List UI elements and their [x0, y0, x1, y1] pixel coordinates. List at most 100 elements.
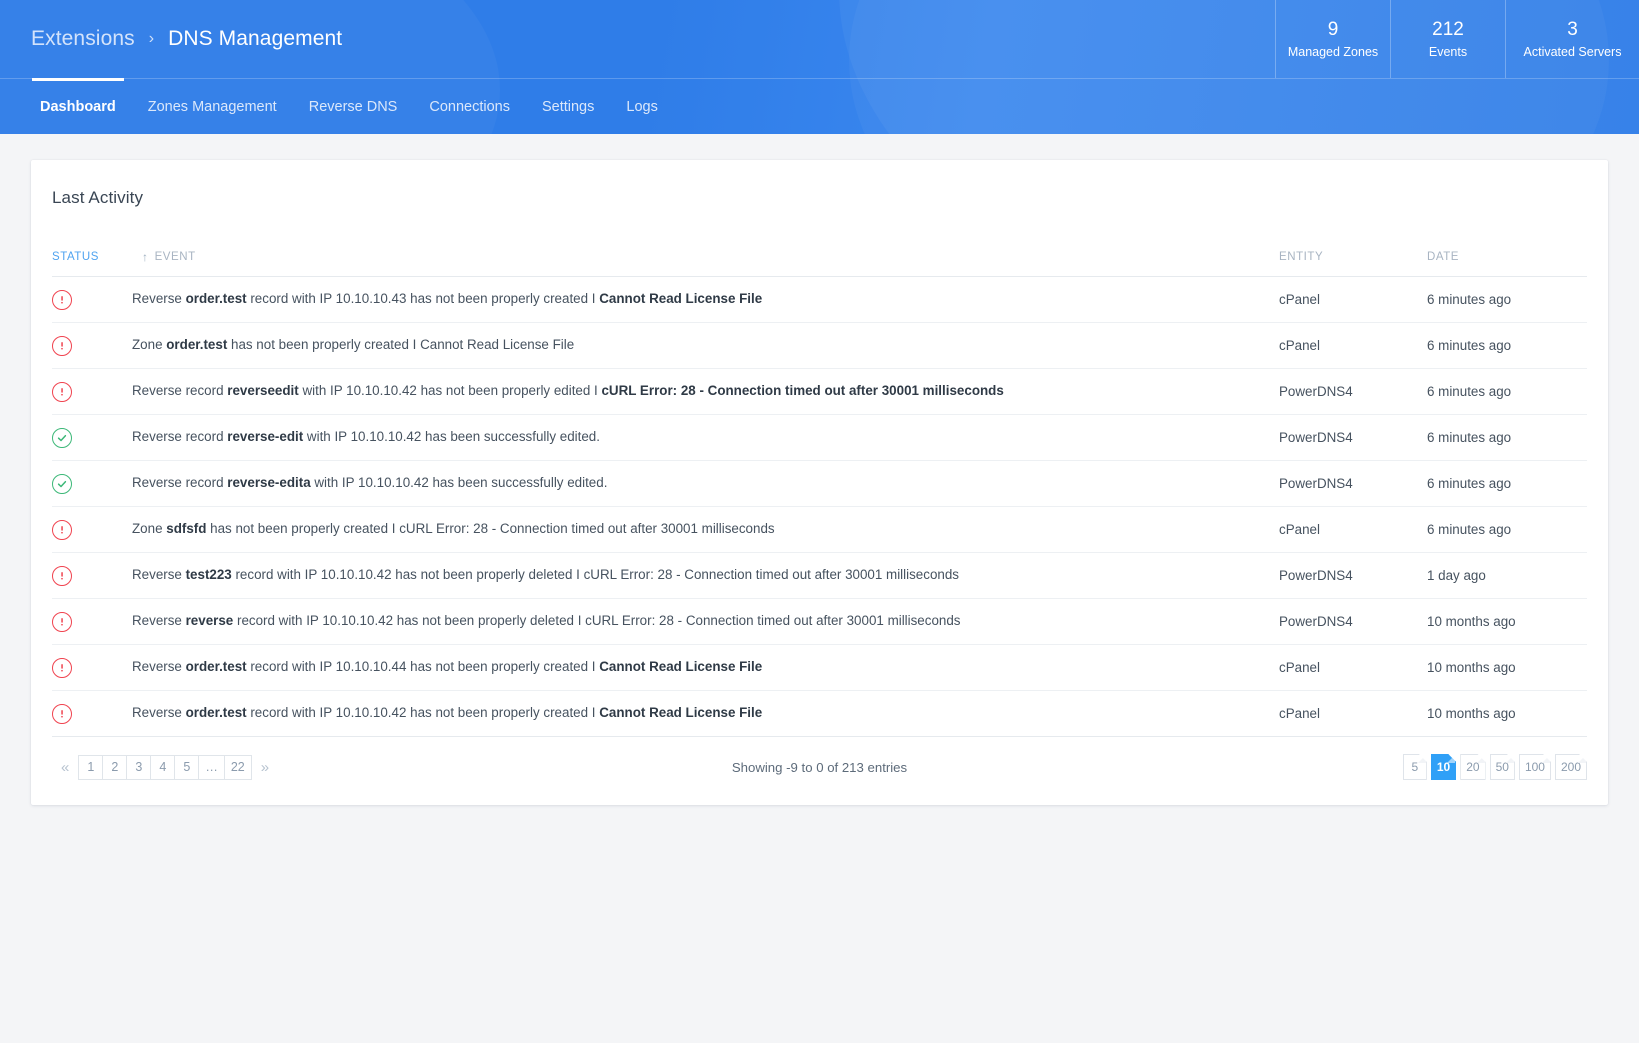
row-entity-cell: PowerDNS4	[1279, 368, 1427, 415]
column-header-entity[interactable]: ENTITY	[1279, 249, 1427, 277]
page-size-5[interactable]: 5	[1403, 754, 1427, 780]
tab-reverse-dns[interactable]: Reverse DNS	[293, 79, 414, 134]
table-row[interactable]: Zone sdfsfd has not been properly create…	[52, 506, 1587, 553]
tab-logs[interactable]: Logs	[610, 79, 673, 134]
sort-arrow-up-icon: ↑	[142, 250, 149, 264]
table-row[interactable]: Reverse record reverse-edita with IP 10.…	[52, 460, 1587, 507]
table-row[interactable]: Reverse record reverse-edit with IP 10.1…	[52, 414, 1587, 461]
row-entity-cell: cPanel	[1279, 276, 1427, 323]
row-status-cell	[52, 460, 132, 507]
row-date-cell: 10 months ago	[1427, 598, 1587, 645]
error-icon	[52, 611, 72, 632]
column-header-event-label: EVENT	[154, 251, 196, 263]
table-row[interactable]: Reverse reverse record with IP 10.10.10.…	[52, 598, 1587, 645]
breadcrumb-link-extensions[interactable]: Extensions	[31, 27, 135, 51]
row-date-cell: 1 day ago	[1427, 552, 1587, 599]
row-event-target: order.test	[166, 337, 228, 353]
chevron-right-icon: ›	[148, 30, 155, 47]
row-entity-cell: cPanel	[1279, 506, 1427, 553]
page-size-selector: 5 10 20 50 100 200	[1399, 754, 1587, 780]
row-entity-cell: PowerDNS4	[1279, 598, 1427, 645]
table-row[interactable]: Zone order.test has not been properly cr…	[52, 322, 1587, 369]
row-status-cell	[52, 598, 132, 645]
table-row[interactable]: Reverse order.test record with IP 10.10.…	[52, 644, 1587, 691]
page-size-10[interactable]: 10	[1431, 754, 1456, 780]
table-row[interactable]: Reverse order.test record with IP 10.10.…	[52, 690, 1587, 737]
table-row[interactable]: Reverse order.test record with IP 10.10.…	[52, 276, 1587, 323]
pagination-page-3[interactable]: 3	[126, 754, 152, 780]
main-content: Last Activity STATUS ↑ EVENT ENTITY DATE	[0, 134, 1639, 805]
row-event-detail: Cannot Read License File	[599, 291, 763, 307]
tab-zones-management[interactable]: Zones Management	[132, 79, 293, 134]
stat-activated-servers-value: 3	[1567, 19, 1578, 41]
row-entity-cell: PowerDNS4	[1279, 414, 1427, 461]
row-date-cell: 6 minutes ago	[1427, 506, 1587, 553]
tab-dashboard-label: Dashboard	[40, 98, 116, 115]
pagination-bar: « 1 2 3 4 5… 22 » Showing -9 to 0 of 213 entr…	[52, 737, 1587, 783]
row-status-cell	[52, 644, 132, 691]
tab-logs-label: Logs	[626, 98, 658, 115]
row-status-cell	[52, 414, 132, 461]
table-row[interactable]: Reverse record reverseedit with IP 10.10…	[52, 368, 1587, 415]
row-status-cell	[52, 552, 132, 599]
pagination-page-…[interactable]: …	[198, 754, 225, 780]
row-event-cell: Reverse record reverseedit with IP 10.10…	[132, 368, 1279, 415]
row-event-target: order.test	[185, 659, 247, 675]
pagination-page-1[interactable]: 1	[78, 754, 104, 780]
row-event-target: order.test	[185, 705, 247, 721]
row-status-cell	[52, 368, 132, 415]
row-event-cell: Reverse order.test record with IP 10.10.…	[132, 276, 1279, 323]
row-event-target: reverse	[185, 613, 234, 629]
pagination-page-2[interactable]: 2	[102, 754, 128, 780]
error-icon	[52, 519, 72, 540]
column-header-date[interactable]: DATE	[1427, 249, 1587, 277]
stat-activated-servers[interactable]: 3 Activated Servers	[1505, 0, 1639, 78]
row-event-cell: Reverse reverse record with IP 10.10.10.…	[132, 598, 1279, 645]
pagination-prev-button[interactable]: «	[52, 759, 78, 776]
row-event-target: reverseedit	[227, 383, 299, 399]
column-header-event[interactable]: ↑ EVENT	[132, 249, 1279, 277]
pagination-pages: « 1 2 3 4 5… 22 »	[52, 754, 278, 780]
tab-zones-management-label: Zones Management	[147, 98, 277, 115]
pagination-page-5[interactable]: 5	[174, 754, 200, 780]
pagination-page-4[interactable]: 4	[150, 754, 176, 780]
tab-connections[interactable]: Connections	[413, 79, 526, 134]
error-icon	[52, 565, 72, 586]
row-date-cell: 10 months ago	[1427, 644, 1587, 691]
column-header-status[interactable]: STATUS	[52, 249, 132, 277]
row-event-target: reverse-edita	[227, 475, 311, 491]
pagination-showing-text: Showing -9 to 0 of 213 entries	[731, 759, 908, 775]
header-stats: 9 Managed Zones 212 Events 3 Activated S…	[1275, 0, 1639, 78]
stat-activated-servers-label: Activated Servers	[1523, 44, 1622, 59]
pagination-page-22[interactable]: 22	[223, 754, 252, 780]
stat-events[interactable]: 212 Events	[1390, 0, 1505, 78]
row-entity-cell: PowerDNS4	[1279, 460, 1427, 507]
row-date-cell: 6 minutes ago	[1427, 322, 1587, 369]
row-event-target: test223	[185, 567, 232, 583]
success-check-icon	[52, 427, 72, 448]
row-date-cell: 6 minutes ago	[1427, 276, 1587, 323]
activity-table: STATUS ↑ EVENT ENTITY DATE Reverse order.…	[52, 249, 1587, 737]
page-size-200[interactable]: 200	[1555, 754, 1587, 780]
pagination-next-button[interactable]: »	[252, 759, 278, 776]
page-size-50[interactable]: 50	[1490, 754, 1515, 780]
last-activity-card: Last Activity STATUS ↑ EVENT ENTITY DATE	[31, 160, 1608, 805]
table-header-row: STATUS ↑ EVENT ENTITY DATE	[52, 249, 1587, 277]
row-entity-cell: PowerDNS4	[1279, 552, 1427, 599]
table-head: STATUS ↑ EVENT ENTITY DATE	[52, 249, 1587, 277]
stat-managed-zones[interactable]: 9 Managed Zones	[1275, 0, 1390, 78]
table-row[interactable]: Reverse test223 record with IP 10.10.10.…	[52, 552, 1587, 599]
page-size-100[interactable]: 100	[1519, 754, 1551, 780]
tab-connections-label: Connections	[429, 98, 510, 115]
tab-settings[interactable]: Settings	[526, 79, 610, 134]
row-event-detail: Cannot Read License File	[599, 705, 763, 721]
error-icon	[52, 335, 72, 356]
tab-dashboard[interactable]: Dashboard	[24, 78, 132, 134]
row-event-cell: Zone sdfsfd has not been properly create…	[132, 506, 1279, 553]
row-event-cell: Reverse record reverse-edita with IP 10.…	[132, 460, 1279, 507]
row-event-detail: Cannot Read License File	[599, 659, 763, 675]
row-date-cell: 6 minutes ago	[1427, 368, 1587, 415]
row-event-cell: Reverse order.test record with IP 10.10.…	[132, 690, 1279, 737]
page-size-20[interactable]: 20	[1460, 754, 1485, 780]
page-title: DNS Management	[168, 27, 343, 50]
